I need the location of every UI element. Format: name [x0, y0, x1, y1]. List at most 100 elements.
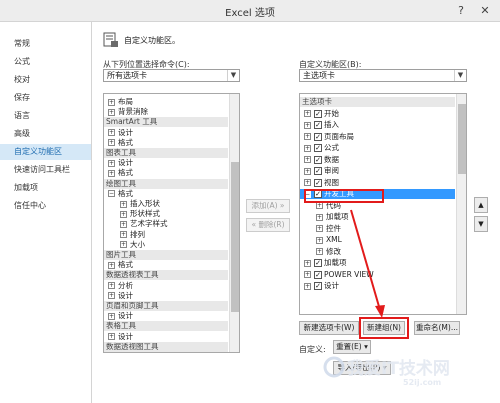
checkbox-checked-icon[interactable]: ✓	[314, 259, 322, 267]
nav-language[interactable]: 语言	[0, 108, 91, 124]
list-item[interactable]: + 插入形状	[104, 199, 228, 209]
expand-icon[interactable]: +	[304, 156, 311, 163]
checkbox-checked-icon[interactable]: ✓	[314, 167, 322, 175]
list-group-header[interactable]: 数据透视图工具	[104, 341, 228, 352]
expand-icon[interactable]: +	[120, 220, 127, 228]
expand-icon[interactable]: +	[108, 282, 115, 290]
expand-icon[interactable]: +	[316, 225, 323, 232]
list-item[interactable]: + 设计	[104, 291, 228, 301]
list-item[interactable]: + 加载项	[300, 212, 455, 222]
nav-proofing[interactable]: 校对	[0, 72, 91, 88]
available-commands-list[interactable]: + 布局 + 背景消除 SmartArt 工具 + 设计 + 格式 图表工具 + 设计 + 格式 绘图工具 −…	[103, 93, 240, 353]
nav-add-ins[interactable]: 加载项	[0, 180, 91, 196]
list-item[interactable]: + 格式	[104, 168, 228, 178]
left-list-scroll-thumb[interactable]	[231, 162, 239, 312]
add-button[interactable]: 添加(A) »	[246, 199, 290, 213]
list-item[interactable]: + 艺术字样式	[104, 219, 228, 229]
nav-formulas[interactable]: 公式	[0, 54, 91, 70]
expand-icon[interactable]: +	[304, 271, 311, 278]
expand-icon[interactable]: +	[304, 179, 311, 186]
list-item[interactable]: + ✓ 页面布局	[300, 132, 455, 142]
expand-icon[interactable]: +	[108, 159, 115, 167]
checkbox-checked-icon[interactable]: ✓	[314, 178, 322, 187]
choose-commands-dropdown[interactable]: 所有选项卡 ▼	[103, 69, 240, 82]
nav-save[interactable]: 保存	[0, 90, 91, 106]
expand-icon[interactable]: +	[316, 202, 323, 209]
expand-icon[interactable]: +	[304, 133, 311, 140]
expand-icon[interactable]: +	[304, 167, 311, 175]
list-group-header[interactable]: 页眉和页脚工具	[104, 301, 228, 311]
list-item[interactable]: + ✓ POWER VIEW	[300, 270, 455, 280]
list-item[interactable]: + 格式	[104, 260, 228, 270]
list-group-header[interactable]: 数据透视表工具	[104, 270, 228, 281]
checkbox-checked-icon[interactable]: ✓	[314, 109, 322, 118]
list-group-header[interactable]: 表格工具	[104, 321, 228, 332]
nav-trust-center[interactable]: 信任中心	[0, 198, 91, 214]
list-item[interactable]: + ✓ 审阅	[300, 166, 455, 176]
expand-icon[interactable]: +	[108, 129, 115, 137]
list-item[interactable]: + ✓ 公式	[300, 143, 455, 153]
list-item[interactable]: + 背景消除	[104, 107, 228, 117]
list-item[interactable]: + 形状样式	[104, 209, 228, 219]
list-item[interactable]: + ✓ 加载项	[300, 258, 455, 268]
move-up-button[interactable]: ▲	[474, 197, 488, 213]
list-item[interactable]: + 格式	[104, 138, 228, 148]
checkbox-checked-icon[interactable]: ✓	[314, 132, 322, 141]
close-button[interactable]: ✕	[476, 2, 494, 19]
checkbox-checked-icon[interactable]: ✓	[314, 144, 322, 152]
expand-icon[interactable]: +	[120, 200, 127, 208]
list-item[interactable]: + 排列	[104, 230, 228, 240]
expand-icon[interactable]: +	[304, 144, 311, 152]
list-group-header[interactable]: 绘图工具	[104, 178, 228, 189]
right-list-scrollbar[interactable]	[456, 94, 466, 314]
list-group-header[interactable]: 图表工具	[104, 148, 228, 158]
nav-customize-ribbon[interactable]: 自定义功能区	[0, 144, 91, 160]
list-item[interactable]: + XML	[300, 235, 455, 245]
expand-icon[interactable]: +	[120, 231, 127, 239]
list-item[interactable]: − 格式	[104, 189, 228, 199]
expand-icon[interactable]: +	[108, 169, 115, 177]
nav-general[interactable]: 常规	[0, 36, 91, 52]
rename-button[interactable]: 重命名(M)...	[414, 321, 460, 335]
expand-icon[interactable]: +	[316, 236, 323, 244]
list-item[interactable]: + 布局	[104, 97, 228, 107]
expand-icon[interactable]: +	[304, 259, 311, 267]
list-item[interactable]: + ✓ 开始	[300, 109, 455, 119]
expand-icon[interactable]: +	[120, 210, 127, 218]
remove-button[interactable]: « 删除(R)	[246, 218, 290, 232]
list-item[interactable]: + 设计	[104, 128, 228, 138]
list-item[interactable]: + ✓ 数据	[300, 155, 455, 165]
list-group-header[interactable]: 主选项卡	[300, 97, 455, 107]
checkbox-checked-icon[interactable]: ✓	[314, 121, 322, 129]
customize-ribbon-dropdown[interactable]: 主选项卡 ▼	[299, 69, 467, 82]
list-group-header[interactable]: 图片工具	[104, 250, 228, 260]
list-item[interactable]: + ✓ 设计	[300, 281, 455, 291]
expand-icon[interactable]: +	[304, 110, 311, 117]
ribbon-tabs-list[interactable]: 主选项卡 + ✓ 开始 + ✓ 插入 + ✓ 页面布局 + ✓ 公式 + ✓ 数据 + ✓ 审阅 + ✓ 视图 − ✓ 开发工具…	[299, 93, 467, 315]
expand-icon[interactable]: +	[108, 312, 115, 320]
list-group-header[interactable]: SmartArt 工具	[104, 117, 228, 128]
left-list-scrollbar[interactable]	[229, 94, 239, 352]
expand-icon[interactable]: +	[304, 282, 311, 290]
list-item[interactable]: + ✓ 插入	[300, 120, 455, 130]
collapse-icon[interactable]: −	[108, 190, 115, 198]
list-item[interactable]: + 设计	[104, 158, 228, 168]
expand-icon[interactable]: +	[108, 139, 115, 147]
checkbox-checked-icon[interactable]: ✓	[314, 282, 322, 290]
help-button[interactable]: ?	[452, 2, 470, 19]
expand-icon[interactable]: +	[108, 108, 115, 116]
list-item[interactable]: + 设计	[104, 311, 228, 321]
nav-advanced[interactable]: 高级	[0, 126, 91, 142]
list-item[interactable]: + 设计	[104, 332, 228, 342]
expand-icon[interactable]: +	[316, 213, 323, 221]
move-down-button[interactable]: ▼	[474, 216, 488, 232]
right-list-scroll-thumb[interactable]	[458, 104, 466, 174]
expand-icon[interactable]: +	[108, 98, 115, 106]
expand-icon[interactable]: +	[108, 261, 115, 269]
nav-quick-access-toolbar[interactable]: 快速访问工具栏	[0, 162, 91, 178]
new-tab-button[interactable]: 新建选项卡(W)	[299, 321, 359, 335]
expand-icon[interactable]: +	[304, 121, 311, 129]
expand-icon[interactable]: +	[108, 292, 115, 300]
checkbox-checked-icon[interactable]: ✓	[314, 270, 322, 279]
expand-icon[interactable]: +	[316, 248, 323, 255]
